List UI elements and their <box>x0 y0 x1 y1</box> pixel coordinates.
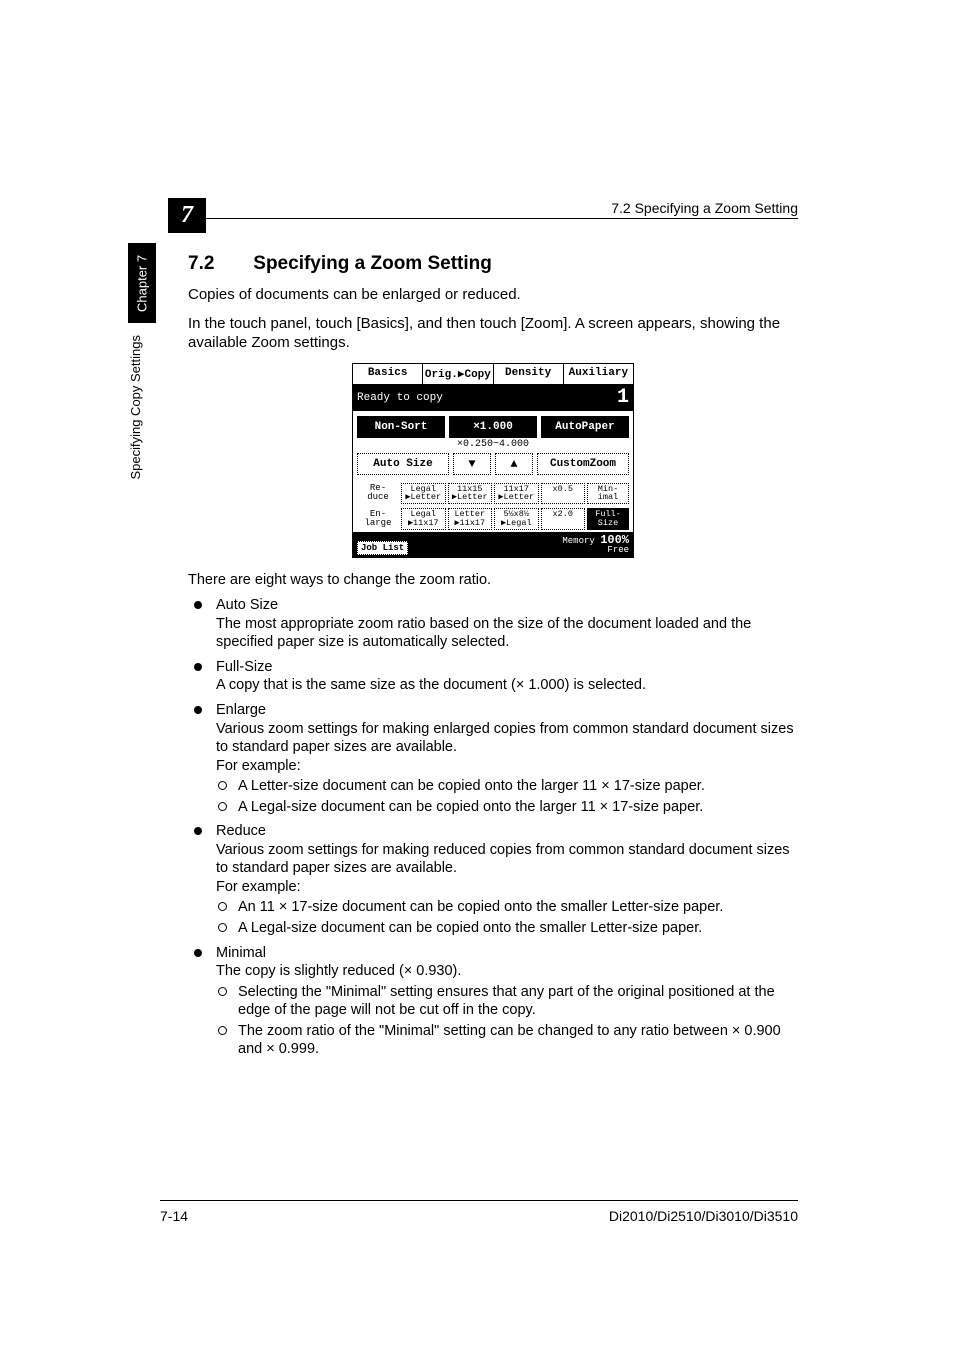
item-desc: The most appropriate zoom ratio based on… <box>216 615 798 652</box>
heading-number: 7.2 <box>188 253 248 275</box>
tp-enlarge-cell-3[interactable]: 5½x8½▶Legal <box>494 508 539 530</box>
sub-item: The zoom ratio of the "Minimal" setting … <box>216 1022 798 1059</box>
sub-list: A Letter-size document can be copied ont… <box>216 777 798 816</box>
model-numbers: Di2010/Di2510/Di3010/Di3510 <box>609 1208 798 1224</box>
tp-reduce-row: Re-duce Legal▶Letter 11x15▶Letter 11x17▶… <box>357 483 629 505</box>
tp-mode-row: Non-Sort ×1.000 AutoPaper <box>353 411 633 438</box>
page-number: 7-14 <box>160 1208 188 1224</box>
list-item: Auto Size The most appropriate zoom rati… <box>188 596 798 652</box>
item-title: Reduce <box>216 822 798 841</box>
tp-fullsize-button[interactable]: Full-Size <box>587 508 629 530</box>
tp-tab-basics[interactable]: Basics <box>353 364 423 384</box>
tp-status-text: Ready to copy <box>357 392 443 404</box>
item-title: Full-Size <box>216 658 798 677</box>
sub-item: Selecting the "Minimal" setting ensures … <box>216 983 798 1020</box>
item-desc: Various zoom settings for making enlarge… <box>216 720 798 757</box>
section-side-label: Specifying Copy Settings <box>128 335 156 480</box>
touch-panel-figure: Basics Orig.▶Copy Density Auxiliary Read… <box>352 363 634 559</box>
tp-autosize-button[interactable]: Auto Size <box>357 453 449 475</box>
tp-status-bar: Ready to copy 1 <box>353 385 633 411</box>
tp-reduce-cell-3[interactable]: 11x17▶Letter <box>494 483 539 505</box>
item-desc: The copy is slightly reduced (× 0.930). <box>216 962 798 981</box>
tp-memory-label-1: Memory <box>562 536 594 546</box>
sub-list: An 11 × 17-size document can be copied o… <box>216 898 798 937</box>
tp-tabbar: Basics Orig.▶Copy Density Auxiliary <box>353 364 633 385</box>
item-example-lead: For example: <box>216 878 798 897</box>
tp-tab-density[interactable]: Density <box>494 364 564 384</box>
intro-paragraph-2: In the touch panel, touch [Basics], and … <box>188 314 798 352</box>
list-item: Reduce Various zoom settings for making … <box>188 822 798 937</box>
tp-reduce-enlarge-area: Re-duce Legal▶Letter 11x15▶Letter 11x17▶… <box>353 483 633 533</box>
tp-autopaper-button[interactable]: AutoPaper <box>541 416 629 438</box>
sub-item: An 11 × 17-size document can be copied o… <box>216 898 798 917</box>
zoom-methods-list: Auto Size The most appropriate zoom rati… <box>188 596 798 1059</box>
item-desc: Various zoom settings for making reduced… <box>216 841 798 878</box>
tp-nonsort-button[interactable]: Non-Sort <box>357 416 445 438</box>
tp-reduce-cell-4[interactable]: x0.5 <box>541 483 586 505</box>
sub-item: A Letter-size document can be copied ont… <box>216 777 798 796</box>
tp-reduce-cell-2[interactable]: 11x15▶Letter <box>448 483 493 505</box>
tp-enlarge-label: En-large <box>357 508 399 530</box>
tp-footer: Job List Memory 100% Free <box>353 532 633 557</box>
tp-scale-range: ×0.250~4.000 <box>353 438 633 453</box>
chapter-tab: Chapter 7 <box>128 243 156 323</box>
page-content: 7.2 Specifying a Zoom Setting Copies of … <box>188 205 798 1065</box>
list-intro: There are eight ways to change the zoom … <box>188 572 798 588</box>
item-desc: A copy that is the same size as the docu… <box>216 676 798 695</box>
tp-enlarge-cell-4[interactable]: x2.0 <box>541 508 586 530</box>
tp-zoom-up-button[interactable]: ▲ <box>495 453 533 475</box>
heading-title: Specifying a Zoom Setting <box>253 253 492 274</box>
tp-reduce-label: Re-duce <box>357 483 399 505</box>
list-item: Minimal The copy is slightly reduced (× … <box>188 944 798 1059</box>
tp-enlarge-row: En-large Legal▶11x17 Letter▶11x17 5½x8½▶… <box>357 508 629 530</box>
tp-tab-origcopy[interactable]: Orig.▶Copy <box>423 364 493 384</box>
sub-item: A Legal-size document can be copied onto… <box>216 798 798 817</box>
intro-paragraph-1: Copies of documents can be enlarged or r… <box>188 285 798 304</box>
tp-tab-auxiliary[interactable]: Auxiliary <box>564 364 633 384</box>
footer-rule <box>160 1200 798 1201</box>
tp-enlarge-cell-1[interactable]: Legal▶11x17 <box>401 508 446 530</box>
sub-list: Selecting the "Minimal" setting ensures … <box>216 983 798 1059</box>
list-item: Full-Size A copy that is the same size a… <box>188 658 798 695</box>
section-heading: 7.2 Specifying a Zoom Setting <box>188 253 798 275</box>
tp-memory-indicator: Memory 100% Free <box>562 534 629 555</box>
tp-zoom-preset-row: Auto Size ▼ ▲ CustomZoom <box>353 453 633 479</box>
tp-joblist-button[interactable]: Job List <box>357 541 408 555</box>
tp-memory-label-2: Free <box>607 545 629 555</box>
tp-copy-count: 1 <box>617 386 629 409</box>
tp-customzoom-button[interactable]: CustomZoom <box>537 453 629 475</box>
list-item: Enlarge Various zoom settings for making… <box>188 701 798 816</box>
tp-reduce-cell-1[interactable]: Legal▶Letter <box>401 483 446 505</box>
tp-minimal-button[interactable]: Min-imal <box>587 483 629 505</box>
sub-item: A Legal-size document can be copied onto… <box>216 919 798 938</box>
tp-enlarge-cell-2[interactable]: Letter▶11x17 <box>448 508 493 530</box>
item-title: Enlarge <box>216 701 798 720</box>
item-title: Minimal <box>216 944 798 963</box>
tp-zoom-button[interactable]: ×1.000 <box>449 416 537 438</box>
item-example-lead: For example: <box>216 757 798 776</box>
tp-zoom-down-button[interactable]: ▼ <box>453 453 491 475</box>
item-title: Auto Size <box>216 596 798 615</box>
